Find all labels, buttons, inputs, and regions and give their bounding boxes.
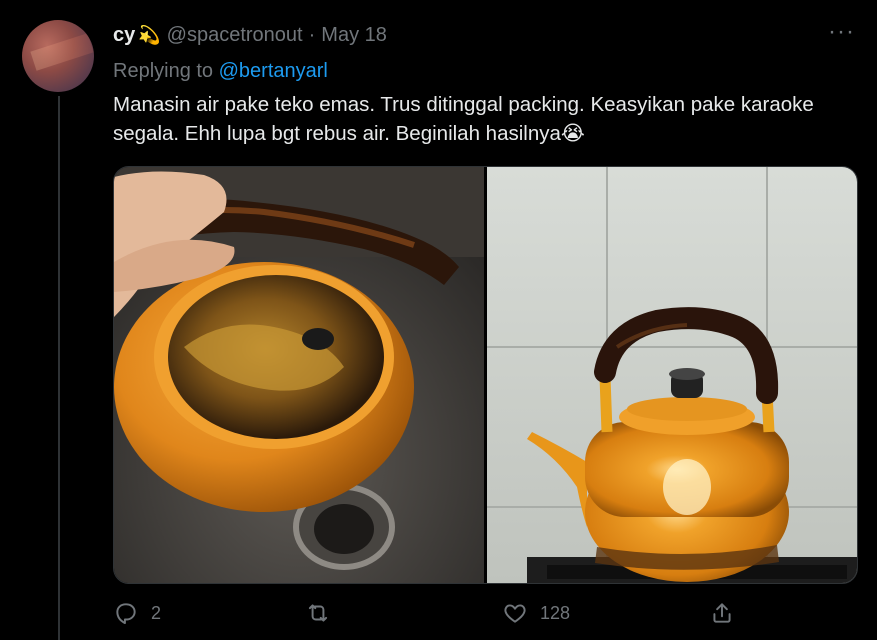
reply-icon [116, 603, 136, 625]
tweet-actions: 2 128 [113, 600, 853, 630]
photo-kettle-stove-image [487, 167, 857, 583]
heart-icon [504, 604, 526, 623]
like-button[interactable]: 128 [502, 600, 570, 626]
more-options-button[interactable]: ··· [828, 20, 855, 44]
retweet-button[interactable] [305, 600, 343, 626]
photo-kettle-inside-image [114, 167, 484, 583]
thread-line [58, 96, 60, 640]
media-grid [113, 166, 858, 584]
author-handle[interactable]: @spacetronout [167, 24, 303, 47]
tweet-header: cy 💫 @spacetronout · May 18 [113, 22, 387, 48]
author-name[interactable]: cy [113, 24, 135, 47]
reply-count: 2 [151, 602, 162, 623]
photo-burnt-kettle-stove[interactable] [487, 167, 857, 583]
replying-to-label: Replying to [113, 60, 214, 82]
replying-to-handle[interactable]: @bertanyarl [219, 60, 328, 82]
separator-dot: · [308, 23, 316, 46]
like-count: 128 [540, 602, 571, 623]
avatar[interactable] [22, 20, 94, 92]
share-icon [713, 603, 731, 623]
replying-to: Replying to @bertanyarl [113, 60, 328, 83]
name-emoji: 💫 [138, 24, 161, 45]
tweet-date[interactable]: May 18 [321, 24, 387, 47]
tweet-text: Manasin air pake teko emas. Trus ditingg… [113, 93, 814, 145]
reply-button[interactable]: 2 [113, 600, 161, 626]
photo-burnt-kettle-inside[interactable] [114, 167, 484, 583]
share-button[interactable] [709, 600, 735, 626]
retweet-icon [308, 604, 328, 622]
